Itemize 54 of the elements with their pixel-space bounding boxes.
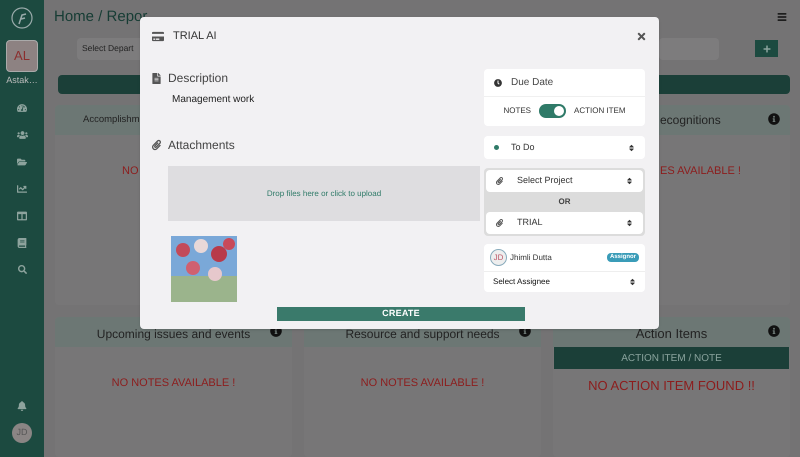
action-item-label: ACTION ITEM: [574, 105, 626, 117]
dropzone[interactable]: Drop files here or click to upload: [168, 166, 480, 221]
paperclip-icon: [496, 219, 503, 227]
bell-icon[interactable]: [17, 401, 27, 411]
plus-icon: [762, 44, 770, 53]
select-field[interactable]: TRIAL: [486, 212, 643, 234]
or-label: OR: [558, 196, 572, 208]
description-text: Management work: [172, 93, 256, 107]
close-icon[interactable]: [636, 30, 647, 42]
assigner-name: Jhimli Dutta: [510, 252, 553, 264]
folder-icon[interactable]: [17, 156, 27, 166]
card-title: ecognitions: [659, 112, 721, 129]
modal-title: TRIAL AI: [173, 28, 217, 44]
user-name: Astak…: [6, 74, 38, 87]
empty-message: NO NOTES AVAILABLE !: [360, 377, 484, 389]
action-item-tab[interactable]: ACTION ITEM / NOTE: [554, 347, 789, 369]
select-field[interactable]: Select Project: [486, 170, 643, 192]
menu-icon[interactable]: [777, 12, 787, 22]
users-icon[interactable]: [16, 130, 28, 140]
sort-icon: [626, 219, 633, 227]
empty-message: NO: [122, 165, 138, 177]
due-date-label[interactable]: Due Date: [511, 75, 554, 90]
breadcrumb: Home / Repor: [54, 6, 148, 27]
paperclip-icon: [152, 139, 161, 151]
notes-label: NOTES: [503, 105, 531, 117]
card-icon: [152, 30, 164, 42]
photo-placeholder: [171, 236, 237, 302]
sort-icon: [626, 177, 633, 185]
attachments-label: Attachments: [168, 137, 235, 154]
columns-icon[interactable]: [17, 210, 27, 220]
card-title: Accomplishm: [82, 112, 140, 127]
card-title: Action Items: [636, 325, 708, 344]
description-label: Description: [168, 70, 228, 87]
search-icon[interactable]: [18, 264, 26, 274]
status-select[interactable]: To Do: [484, 136, 645, 159]
toggle-switch[interactable]: [539, 104, 566, 118]
dashboard-icon[interactable]: [17, 102, 27, 112]
user-avatar: JD: [490, 249, 507, 266]
assignee-select[interactable]: Select Assignee: [484, 272, 645, 292]
add-button[interactable]: [755, 40, 778, 58]
empty-message: ES AVAILABLE !: [660, 165, 741, 177]
empty-message: NO ACTION ITEM FOUND !!: [588, 378, 755, 393]
empty-message: NO NOTES AVAILABLE !: [112, 377, 236, 389]
sort-icon: [629, 278, 636, 286]
book-icon[interactable]: [17, 238, 27, 248]
clock-icon: [494, 78, 502, 86]
paperclip-icon: [496, 177, 503, 185]
chart-icon[interactable]: [17, 184, 27, 194]
card-title: Resource and support needs: [345, 326, 500, 343]
document-icon: [152, 72, 161, 84]
logo-icon: [11, 7, 33, 29]
card-title: Upcoming issues and events: [96, 326, 250, 343]
sort-icon: [628, 144, 635, 152]
create-button[interactable]: CREATE: [277, 307, 525, 321]
